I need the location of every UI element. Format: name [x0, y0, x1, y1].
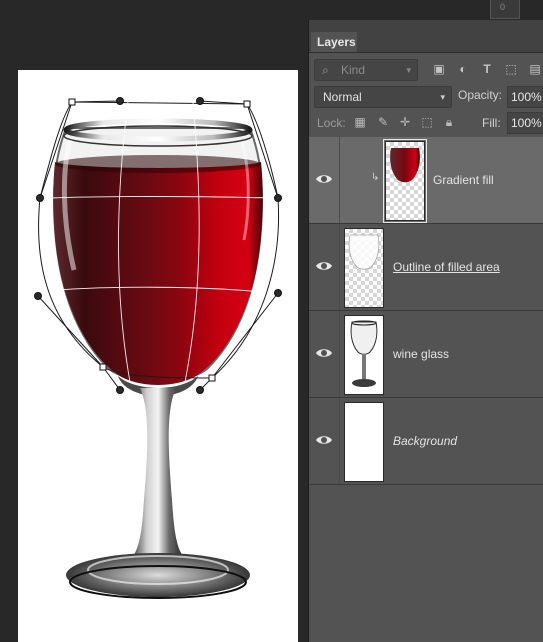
layer-background[interactable]: Background	[309, 398, 543, 485]
shape-filter-icon[interactable]: ⬚	[503, 61, 519, 77]
document-canvas[interactable]	[18, 70, 298, 642]
tab-layers[interactable]: Layers	[311, 32, 357, 52]
layer-name: Background	[393, 434, 458, 448]
lock-image-icon[interactable]: ✎	[376, 115, 390, 129]
chevron-down-icon: ▾	[406, 65, 411, 75]
eye-icon[interactable]	[315, 344, 333, 362]
layer-thumbnail[interactable]	[344, 228, 384, 308]
panel-tabbar: Layers	[309, 20, 543, 53]
blend-mode-select[interactable]: Normal ▾	[314, 86, 452, 108]
visibility-column	[309, 311, 340, 397]
layer-thumbnail[interactable]	[383, 139, 427, 223]
lock-artboard-icon[interactable]: ⬚	[420, 115, 434, 129]
layer-gradient-fill[interactable]: ↳ Gradient fill	[309, 137, 543, 224]
visibility-column	[309, 398, 340, 484]
visibility-column	[309, 137, 340, 223]
layer-thumbnail[interactable]	[344, 402, 384, 482]
top-tab-label: 0	[500, 2, 506, 12]
eye-icon[interactable]	[315, 431, 333, 449]
layers-panel: Layers ⌕ Kind ▾ ▣ ◐ T ⬚ ▤ Normal ▾ Opaci…	[308, 20, 543, 642]
opacity-label: Opacity:	[458, 88, 503, 102]
visibility-column	[309, 224, 340, 310]
filter-kind-label: Kind	[341, 63, 366, 77]
filter-kind-select[interactable]: ⌕ Kind ▾	[314, 59, 418, 81]
layer-outline-of-filled-area[interactable]: Outline of filled area	[309, 224, 543, 311]
smart-object-filter-icon[interactable]: ▤	[527, 61, 543, 77]
fill-label: Fill:	[482, 116, 501, 130]
layer-name: wine glass	[393, 347, 450, 361]
fill-input[interactable]: 100%	[507, 112, 543, 134]
blend-mode-value: Normal	[323, 90, 362, 104]
layer-name: Gradient fill	[433, 173, 494, 187]
lock-all-icon[interactable]: 🔒︎	[442, 115, 456, 129]
layer-thumbnail[interactable]	[344, 315, 384, 395]
top-tab[interactable]: 0	[490, 0, 520, 19]
wine-glass-image	[52, 118, 264, 599]
lock-label: Lock:	[317, 116, 346, 130]
layer-name: Outline of filled area	[393, 260, 500, 274]
layer-wine-glass[interactable]: wine glass	[309, 311, 543, 398]
adjustment-filter-icon[interactable]: ◐	[455, 61, 471, 77]
opacity-input[interactable]: 100%	[507, 86, 543, 108]
lock-transparent-icon[interactable]: ▦	[353, 115, 367, 129]
lock-position-icon[interactable]: ✛	[398, 115, 412, 129]
eye-icon[interactable]	[315, 170, 333, 188]
type-filter-icon[interactable]: T	[479, 61, 495, 77]
image-filter-icon[interactable]: ▣	[431, 61, 447, 77]
eye-icon[interactable]	[315, 257, 333, 275]
clipping-arrow-icon: ↳	[371, 172, 380, 183]
chevron-down-icon: ▾	[440, 92, 445, 102]
search-icon: ⌕	[322, 63, 329, 77]
